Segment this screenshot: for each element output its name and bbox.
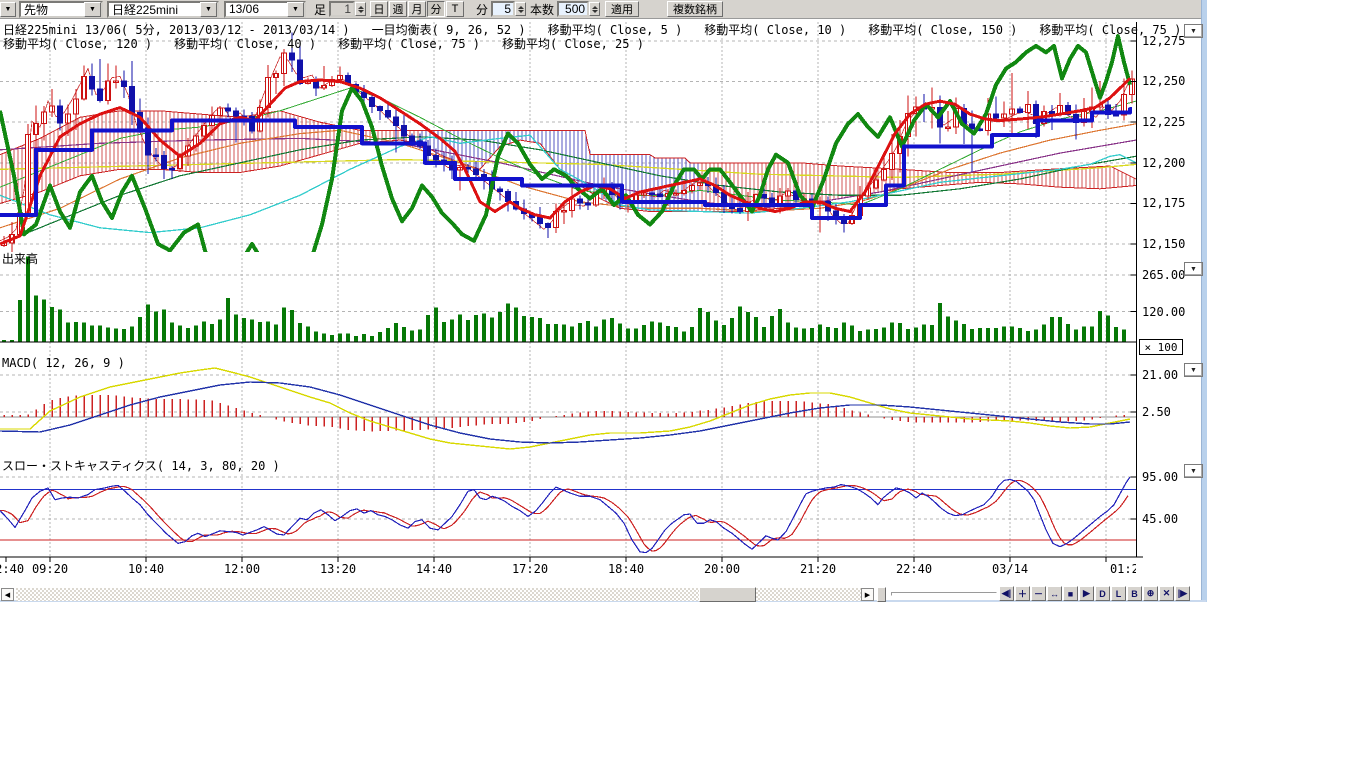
macd-axis-menu-button[interactable]: ▼	[1184, 363, 1203, 377]
price-tick: 12,200	[1142, 156, 1198, 171]
time-label: 03/14	[986, 562, 1034, 576]
volume-panel	[2, 256, 1126, 342]
chart-svg[interactable]	[0, 0, 1205, 601]
time-label: 10:40	[122, 562, 170, 576]
chart-application-window: ▼ 先物 ▼ 日経225mini ▼ 13/06 ▼ 足 1 日 週 月 分 T…	[0, 0, 1205, 602]
zoom-slider-track[interactable]	[891, 592, 997, 596]
mode-l-button[interactable]: L	[1111, 586, 1126, 601]
play-button[interactable]: ▶	[1079, 586, 1094, 601]
chart-nav-buttons: ◀| ＋ － ↔ ■ ▶ D L B ⊕ ✕ |▶	[999, 586, 1190, 601]
stoch-panel-label: スロー・ストキャスティクス( 14, 3, 80, 20 )	[2, 457, 280, 474]
time-axis: 02:40 09:20 10:40 12:00 13:20 14:40 17:2…	[0, 562, 1136, 576]
time-label: 17:20	[506, 562, 554, 576]
volume-axis-menu-button[interactable]: ▼	[1184, 262, 1203, 276]
time-label: 01:20	[1104, 562, 1136, 576]
legend-row-2: 移動平均( Close, 120 ) 移動平均( Close, 40 ) 移動平…	[3, 35, 644, 52]
price-panel	[0, 33, 1136, 290]
zoom-in-button[interactable]: ＋	[1015, 586, 1030, 601]
macd-panel-label: MACD( 12, 26, 9 )	[2, 356, 125, 370]
time-label: 12:00	[218, 562, 266, 576]
mode-b-button[interactable]: B	[1127, 586, 1142, 601]
volume-panel-label: 出来高	[2, 250, 38, 267]
price-tick: 12,250	[1142, 74, 1198, 89]
time-label: 14:40	[410, 562, 458, 576]
mode-d-button[interactable]: D	[1095, 586, 1110, 601]
time-label: 21:20	[794, 562, 842, 576]
price-tick: 12,175	[1142, 196, 1198, 211]
desktop: ▼ 先物 ▼ 日経225mini ▼ 13/06 ▼ 足 1 日 週 月 分 T…	[0, 0, 1366, 768]
volume-tick: 120.00	[1142, 305, 1198, 320]
time-label: 20:00	[698, 562, 746, 576]
scroll-right-button[interactable]: ▶	[861, 588, 874, 601]
legend-ma10: 移動平均( Close, 10 )	[704, 21, 846, 38]
legend-ma75b: 移動平均( Close, 75 )	[338, 35, 480, 52]
time-label: 09:20	[26, 562, 74, 576]
stoch-tick: 45.00	[1142, 512, 1198, 527]
scrollbar-thumb[interactable]	[699, 587, 756, 602]
volume-multiplier: × 100	[1139, 339, 1183, 355]
price-tick: 12,150	[1142, 237, 1198, 252]
jump-end-button[interactable]: |▶	[1175, 586, 1190, 601]
legend-ma40: 移動平均( Close, 40 )	[174, 35, 316, 52]
price-tick: 12,225	[1142, 115, 1198, 130]
legend-ma25: 移動平均( Close, 25 )	[502, 35, 644, 52]
crosshair-button[interactable]: ⊕	[1143, 586, 1158, 601]
time-label: 13:20	[314, 562, 362, 576]
legend-ma120: 移動平均( Close, 120 )	[3, 35, 152, 52]
legend-ma150: 移動平均( Close, 150 )	[868, 21, 1017, 38]
zoom-out-button[interactable]: －	[1031, 586, 1046, 601]
jump-start-button[interactable]: ◀|	[999, 586, 1014, 601]
time-label: 22:40	[890, 562, 938, 576]
stoch-panel	[0, 477, 1136, 553]
scroll-left-button[interactable]: ◀	[1, 588, 14, 601]
stop-button[interactable]: ■	[1063, 586, 1078, 601]
macd-panel	[0, 368, 1136, 449]
fit-width-button[interactable]: ↔	[1047, 586, 1062, 601]
axes	[0, 22, 1143, 562]
stoch-axis-menu-button[interactable]: ▼	[1184, 464, 1203, 478]
zoom-slider-thumb[interactable]	[877, 587, 886, 602]
scrollbar-track[interactable]	[756, 588, 861, 601]
clear-button[interactable]: ✕	[1159, 586, 1174, 601]
price-axis-menu-button[interactable]: ▼	[1184, 24, 1203, 38]
time-label: 18:40	[602, 562, 650, 576]
macd-tick: 2.50	[1142, 405, 1198, 420]
chart-canvas[interactable]	[0, 0, 1205, 601]
gridlines	[0, 22, 1136, 556]
scrollbar-track[interactable]	[16, 588, 699, 601]
